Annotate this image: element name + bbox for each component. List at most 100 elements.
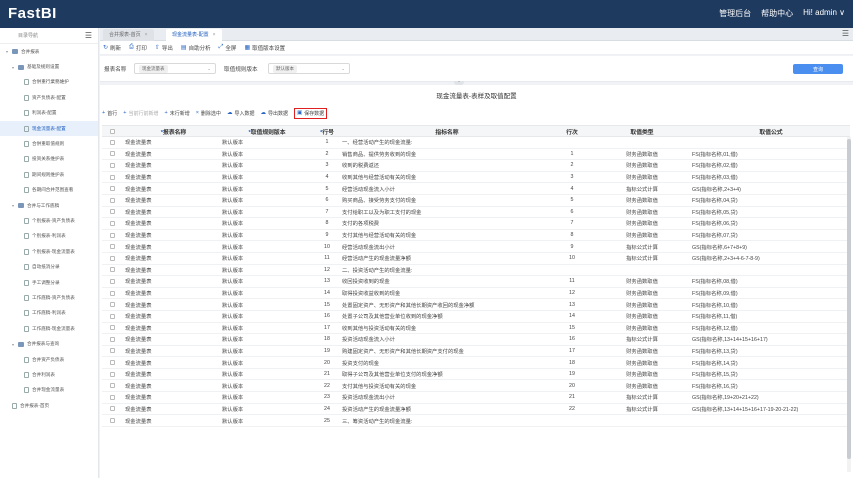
cell-row[interactable]: 22 xyxy=(552,406,592,412)
table-row[interactable]: 现金流量表 默认版本 13 收回投资收到的现金 11 财务函数取值 FS(指标名称,08,借… xyxy=(102,276,850,288)
cell-indicator[interactable]: 投资支付的现金 xyxy=(342,359,552,367)
cell-indicator[interactable]: 购买商品、接受劳务支付的现金 xyxy=(342,196,552,204)
row-checkbox[interactable] xyxy=(102,336,122,342)
row-checkbox[interactable] xyxy=(102,220,122,226)
row-checkbox[interactable] xyxy=(102,290,122,296)
cell-formula[interactable]: GS(指标名称,13+14+15+16+17) xyxy=(692,335,850,343)
row-checkbox[interactable] xyxy=(102,383,122,389)
cell-indicator[interactable]: 二、投资活动产生的现金流量: xyxy=(342,266,552,274)
cell-report-name[interactable]: 现金流量表 xyxy=(122,312,222,320)
cell-seq[interactable]: 20 xyxy=(312,360,342,366)
cell-formula[interactable]: FS(指标名称,08,借) xyxy=(692,277,850,285)
cell-type[interactable]: 财务函数取值 xyxy=(592,173,692,181)
table-row[interactable]: 现金流量表 默认版本 10 经营活动现金流出小计 9 指标公式计算 GS(指标名称,6+7+… xyxy=(102,241,850,253)
sidebar-item[interactable]: 投资关系维护表 xyxy=(0,152,98,167)
cell-indicator[interactable]: 支付给职工以及为职工支付的现金 xyxy=(342,208,552,216)
table-row[interactable]: 现金流量表 默认版本 20 投资支付的现金 18 财务函数取值 FS(指标名称,14,贷) xyxy=(102,357,850,369)
cell-version[interactable]: 默认版本 xyxy=(222,243,312,251)
table-row[interactable]: 现金流量表 默认版本 3 收到的税费返还 2 财务函数取值 FS(指标名称,02,借) xyxy=(102,160,850,172)
cell-report-name[interactable]: 现金流量表 xyxy=(122,405,222,413)
cell-version[interactable]: 默认版本 xyxy=(222,405,312,413)
cell-formula[interactable]: GS(指标名称,13+14+15+16+17-19-20-21-22) xyxy=(692,405,850,413)
sidebar-item[interactable]: 合并报表-首页 xyxy=(0,398,98,413)
cell-seq[interactable]: 25 xyxy=(312,418,342,424)
sidebar-item[interactable]: 资产负债表-配置 xyxy=(0,90,98,105)
row-checkbox[interactable] xyxy=(102,394,122,400)
delete-selected-button[interactable]: × 删除选中 xyxy=(196,110,221,117)
cell-indicator[interactable]: 经营活动现金流入小计 xyxy=(342,185,552,193)
cell-version[interactable]: 默认版本 xyxy=(222,208,312,216)
cell-version[interactable]: 默认版本 xyxy=(222,196,312,204)
row-checkbox[interactable] xyxy=(102,197,122,203)
cell-report-name[interactable]: 现金流量表 xyxy=(122,324,222,332)
row-checkbox[interactable] xyxy=(102,209,122,215)
col-type[interactable]: 取值类型 xyxy=(592,127,692,136)
cell-indicator[interactable]: 三、筹资活动产生的现金流量: xyxy=(342,417,552,425)
row-checkbox[interactable] xyxy=(102,232,122,238)
col-seq[interactable]: *行号 xyxy=(312,127,342,136)
cell-seq[interactable]: 2 xyxy=(312,151,342,157)
cell-seq[interactable]: 5 xyxy=(312,186,342,192)
cell-formula[interactable]: FS(指标名称,01,借) xyxy=(692,150,850,158)
cell-formula[interactable]: GS(指标名称,19+20+21+22) xyxy=(692,393,850,401)
row-checkbox[interactable] xyxy=(102,267,122,273)
cell-report-name[interactable]: 现金流量表 xyxy=(122,359,222,367)
cell-row[interactable]: 5 xyxy=(552,197,592,203)
append-row-button[interactable]: + 末行新增 xyxy=(164,110,189,117)
sidebar-item[interactable]: 合併重行業務維护 xyxy=(0,75,98,90)
sidebar-item[interactable]: 工作底稿-现金流量表 xyxy=(0,321,98,336)
cell-indicator[interactable]: 处置子公司及其他营业单位收到的现金净额 xyxy=(342,312,552,320)
cell-seq[interactable]: 8 xyxy=(312,220,342,226)
sidebar-item[interactable]: 合併重取值规则 xyxy=(0,136,98,151)
cell-report-name[interactable]: 现金流量表 xyxy=(122,370,222,378)
cell-indicator[interactable]: 支付的各项税费 xyxy=(342,219,552,227)
cell-type[interactable]: 财务函数取值 xyxy=(592,347,692,355)
cell-version[interactable]: 默认版本 xyxy=(222,173,312,181)
print-button[interactable]: ⎙ 打印 xyxy=(129,44,147,52)
cell-formula[interactable]: FS(指标名称,11,借) xyxy=(692,312,850,320)
close-icon[interactable]: × xyxy=(145,32,148,38)
cell-row[interactable]: 13 xyxy=(552,302,592,308)
export-data-button[interactable]: ☁ 导出数据 xyxy=(260,110,288,117)
cell-type[interactable]: 财务函数取值 xyxy=(592,359,692,367)
report-name-select[interactable]: 现金流量表 ⌄ xyxy=(134,63,216,74)
row-checkbox[interactable] xyxy=(102,348,122,354)
cell-type[interactable]: 财务函数取值 xyxy=(592,150,692,158)
table-row[interactable]: 现金流量表 默认版本 12 二、投资活动产生的现金流量: xyxy=(102,265,850,277)
sidebar-item[interactable]: 自动抵消分录 xyxy=(0,259,98,274)
table-row[interactable]: 现金流量表 默认版本 23 投资活动现金流出小计 21 指标公式计算 GS(指标名称,19+… xyxy=(102,392,850,404)
cell-indicator[interactable]: 投资活动产生的现金流量净额 xyxy=(342,405,552,413)
cell-indicator[interactable]: 经营活动产生的现金流量净额 xyxy=(342,254,552,262)
cell-row[interactable]: 7 xyxy=(552,220,592,226)
cell-indicator[interactable]: 投资活动现金流出小计 xyxy=(342,393,552,401)
cell-type[interactable]: 指标公式计算 xyxy=(592,254,692,262)
cell-indicator[interactable]: 收到其他与投资活动有关的现金 xyxy=(342,324,552,332)
cell-row[interactable]: 10 xyxy=(552,255,592,261)
cell-type[interactable]: 财务函数取值 xyxy=(592,312,692,320)
table-row[interactable]: 现金流量表 默认版本 4 收到其他与经营活动有关的现金 3 财务函数取值 FS(指标名称,0… xyxy=(102,172,850,184)
tab-menu-icon[interactable]: ☰ xyxy=(842,29,849,38)
cell-version[interactable]: 默认版本 xyxy=(222,289,312,297)
cell-version[interactable]: 默认版本 xyxy=(222,161,312,169)
cell-type[interactable]: 财务函数取值 xyxy=(592,196,692,204)
cell-report-name[interactable]: 现金流量表 xyxy=(122,347,222,355)
cell-type[interactable]: 财务函数取值 xyxy=(592,324,692,332)
refresh-button[interactable]: ↻ 刷新 xyxy=(103,44,121,52)
cell-type[interactable]: 财务函数取值 xyxy=(592,301,692,309)
cell-report-name[interactable]: 现金流量表 xyxy=(122,150,222,158)
row-checkbox[interactable] xyxy=(102,278,122,284)
cell-row[interactable]: 20 xyxy=(552,383,592,389)
tab-home[interactable]: 合并报表-首页 × xyxy=(103,29,154,41)
row-checkbox[interactable] xyxy=(102,162,122,168)
cell-formula[interactable]: FS(指标名称,07,贷) xyxy=(692,231,850,239)
cell-seq[interactable]: 1 xyxy=(312,139,342,145)
cell-seq[interactable]: 24 xyxy=(312,406,342,412)
insert-before-button[interactable]: + 当前行前新增 xyxy=(123,110,158,117)
sidebar-item[interactable]: ▾ 合并报表与查询 xyxy=(0,336,98,351)
cell-seq[interactable]: 15 xyxy=(312,302,342,308)
cell-report-name[interactable]: 现金流量表 xyxy=(122,301,222,309)
cell-formula[interactable]: FS(指标名称,09,借) xyxy=(692,289,850,297)
col-row[interactable]: 行次 xyxy=(552,127,592,136)
cell-report-name[interactable]: 现金流量表 xyxy=(122,393,222,401)
cell-report-name[interactable]: 现金流量表 xyxy=(122,254,222,262)
